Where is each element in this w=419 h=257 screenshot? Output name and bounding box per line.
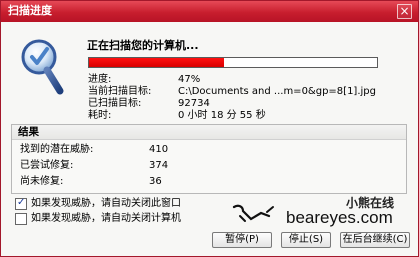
not-repaired-value: 36 bbox=[149, 176, 162, 187]
progress-value: 47% bbox=[178, 74, 201, 85]
progress-label: 进度: bbox=[88, 74, 112, 85]
magnifier-icon bbox=[21, 39, 64, 95]
shutdown-label[interactable]: 如果发现威胁，请自动关闭计算机 bbox=[31, 213, 181, 225]
results-panel: 结果 找到的潜在威胁: 410 已尝试修复: 374 尚未修复: 36 bbox=[11, 124, 407, 194]
close-window-label[interactable]: 如果发现威胁，请自动关闭此窗口 bbox=[31, 198, 181, 210]
scanned-label: 已扫描目标: bbox=[88, 98, 142, 109]
bear-logo-icon bbox=[232, 204, 274, 222]
repair-attempted-label: 已尝试修复: bbox=[20, 160, 74, 171]
repair-attempted-value: 374 bbox=[149, 160, 169, 171]
stop-button[interactable]: 停止(S) bbox=[281, 232, 331, 248]
pause-button[interactable]: 暂停(P) bbox=[212, 232, 272, 248]
elapsed-label: 耗时: bbox=[88, 110, 112, 121]
not-repaired-label: 尚未修复: bbox=[20, 176, 64, 187]
threats-found-label: 找到的潜在威胁: bbox=[20, 144, 94, 155]
scan-progress-bar bbox=[88, 57, 378, 68]
scanned-value: 92734 bbox=[178, 98, 210, 109]
current-target-label: 当前扫描目标: bbox=[88, 86, 152, 97]
current-target-value: C:\Documents and ...m=0&gp=8[1].jpg bbox=[178, 86, 376, 97]
close-window-checkbox[interactable] bbox=[15, 197, 27, 210]
option-shutdown[interactable]: 如果发现威胁，请自动关闭计算机 bbox=[15, 213, 235, 227]
close-button[interactable]: × bbox=[397, 4, 412, 19]
option-close-window[interactable]: 如果发现威胁，请自动关闭此窗口 bbox=[15, 197, 235, 212]
scan-progress-fill bbox=[89, 58, 225, 67]
watermark: 小熊在线 beareyes.com bbox=[231, 196, 411, 227]
results-header: 结果 bbox=[12, 125, 406, 140]
title-bar[interactable]: 扫描进度 × bbox=[1, 1, 418, 22]
elapsed-value: 0 小时 18 分 55 秒 bbox=[178, 110, 266, 121]
watermark-url-text: beareyes.com bbox=[286, 208, 393, 227]
threats-found-value: 410 bbox=[149, 144, 169, 155]
shutdown-checkbox[interactable] bbox=[15, 213, 27, 225]
continue-background-button[interactable]: 在后台继续(C) bbox=[340, 232, 410, 248]
scan-progress-window: 扫描进度 × 正在扫描您的计算机... 进度: 47% 当前扫描目标: C:\D… bbox=[0, 0, 419, 257]
results-title: 结果 bbox=[18, 126, 39, 138]
window-title: 扫描进度 bbox=[8, 4, 52, 17]
scan-status-heading: 正在扫描您的计算机... bbox=[87, 39, 199, 52]
